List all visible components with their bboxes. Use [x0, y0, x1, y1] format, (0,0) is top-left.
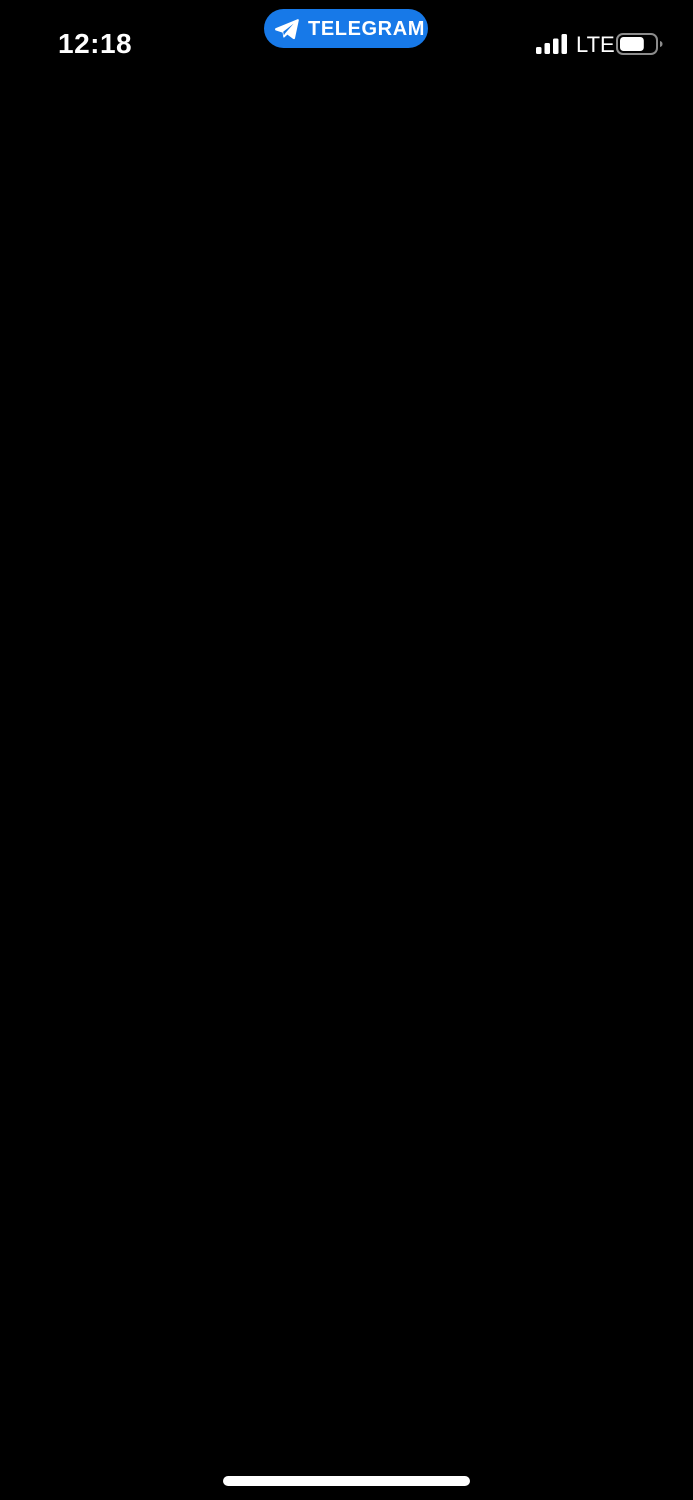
cellular-signal-icon [536, 34, 567, 54]
battery-icon [616, 33, 663, 55]
home-indicator[interactable] [223, 1476, 470, 1486]
return-to-app-pill[interactable]: TELEGRAM [264, 9, 428, 48]
screen-content [0, 90, 693, 1460]
status-bar: 12:18 TELEGRAM LTE [0, 0, 693, 90]
return-to-app-label: TELEGRAM [308, 17, 426, 40]
network-type: LTE [576, 32, 615, 57]
telegram-paper-plane-icon [273, 15, 301, 43]
status-time: 12:18 [58, 28, 133, 59]
